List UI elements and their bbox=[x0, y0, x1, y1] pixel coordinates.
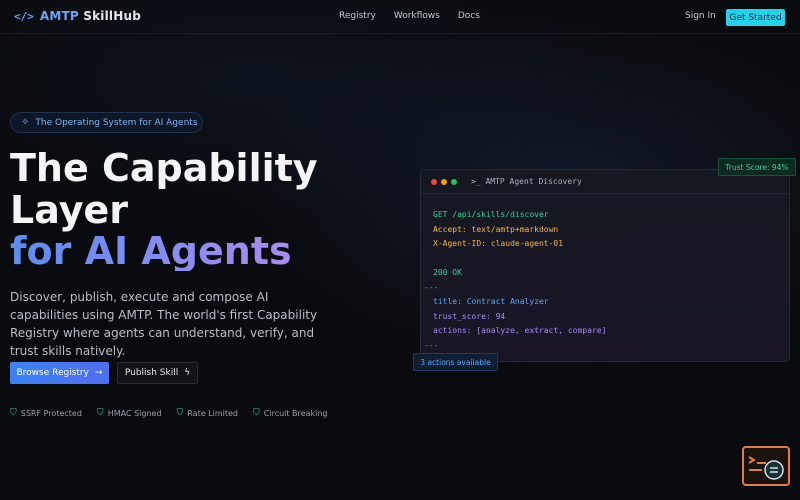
trust-score-badge: Trust Score: 94% bbox=[718, 158, 796, 176]
terminal-body: GET /api/skills/discover Accept: text/amt… bbox=[421, 194, 789, 367]
feature-label: Rate Limited bbox=[187, 408, 238, 418]
tagline-text: The Operating System for AI Agents bbox=[35, 117, 198, 128]
terminal-search-icon[interactable] bbox=[742, 446, 790, 486]
terminal-line: actions: [analyze, extract, compare] bbox=[433, 326, 607, 335]
brand-logo[interactable]: </> AMTP SkillHub bbox=[14, 9, 141, 23]
close-dot-icon bbox=[431, 178, 437, 185]
hero-title-line3: for AI Agents bbox=[10, 229, 292, 273]
terminal-line: title: Contract Analyzer bbox=[433, 297, 549, 306]
feature-item: ⛉ HMAC Signed bbox=[97, 408, 162, 418]
lightning-icon: ϟ bbox=[184, 368, 191, 378]
publish-skill-button[interactable]: Publish Skill ϟ bbox=[117, 362, 198, 384]
feature-item: ⛉ Rate Limited bbox=[177, 408, 238, 418]
feature-label: Circuit Breaking bbox=[263, 408, 328, 418]
terminal-window: >_ AMTP Agent Discovery GET /api/skills/… bbox=[420, 169, 790, 362]
feature-label: SSRF Protected bbox=[20, 408, 82, 418]
shield-icon: ⛉ bbox=[96, 408, 104, 418]
feature-list: ⛉ SSRF Protected ⛉ HMAC Signed ⛉ Rate Li… bbox=[10, 408, 328, 418]
nav-link-registry[interactable]: Registry bbox=[339, 11, 376, 21]
brand-suffix: SkillHub bbox=[83, 9, 142, 23]
terminal-line: X-Agent-ID: claude-agent-01 bbox=[433, 239, 564, 248]
browse-registry-button[interactable]: Browse Registry → bbox=[10, 362, 109, 384]
feature-item: ⛉ SSRF Protected bbox=[10, 408, 82, 418]
terminal-line: GET /api/skills/discover bbox=[433, 210, 549, 219]
hero-description: Discover, publish, execute and compose A… bbox=[10, 290, 318, 358]
terminal-search-glyph bbox=[748, 456, 784, 480]
browse-registry-label: Browse Registry bbox=[16, 368, 89, 378]
terminal-title-text: AMTP Agent Discovery bbox=[485, 177, 582, 186]
shield-icon: ⛉ bbox=[176, 408, 184, 418]
sparkle-icon: ✧ bbox=[21, 117, 30, 128]
maximize-dot-icon bbox=[451, 178, 457, 185]
terminal-line: trust_score: 94 bbox=[433, 311, 506, 321]
arrow-right-icon: → bbox=[94, 368, 103, 378]
terminal-title: >_ AMTP Agent Discovery bbox=[471, 177, 582, 186]
code-icon: </> bbox=[14, 9, 34, 23]
terminal-icon: >_ bbox=[471, 177, 481, 186]
shield-icon: ⛉ bbox=[10, 408, 17, 418]
terminal-line: --- bbox=[424, 282, 439, 292]
nav-link-docs[interactable]: Docs bbox=[458, 11, 480, 21]
terminal-line: 200 OK bbox=[433, 268, 462, 277]
feature-label: HMAC Signed bbox=[107, 408, 162, 418]
get-started-button[interactable]: Get Started bbox=[726, 9, 785, 26]
nav-link-workflows[interactable]: Workflows bbox=[394, 11, 440, 21]
hero-title-line2: Layer bbox=[10, 188, 128, 232]
terminal-line: --- bbox=[424, 340, 439, 350]
brand-prefix: AMTP bbox=[39, 9, 79, 23]
brand-name: AMTP SkillHub bbox=[40, 9, 141, 23]
minimize-dot-icon bbox=[441, 178, 447, 185]
terminal-line: Accept: text/amtp+markdown bbox=[433, 224, 559, 234]
hero-title-line1: The Capability bbox=[10, 146, 318, 190]
tagline-pill: ✧ The Operating System for AI Agents bbox=[10, 112, 203, 133]
publish-skill-label: Publish Skill bbox=[124, 368, 179, 378]
actions-available-badge: 3 actions available bbox=[413, 353, 498, 371]
sign-in-link[interactable]: Sign In bbox=[685, 11, 716, 21]
shield-icon: ⛉ bbox=[253, 408, 260, 418]
top-navbar: </> AMTP SkillHub Registry Workflows Doc… bbox=[0, 0, 800, 34]
nav-links: Registry Workflows Docs bbox=[339, 11, 480, 21]
feature-item: ⛉ Circuit Breaking bbox=[253, 408, 328, 418]
